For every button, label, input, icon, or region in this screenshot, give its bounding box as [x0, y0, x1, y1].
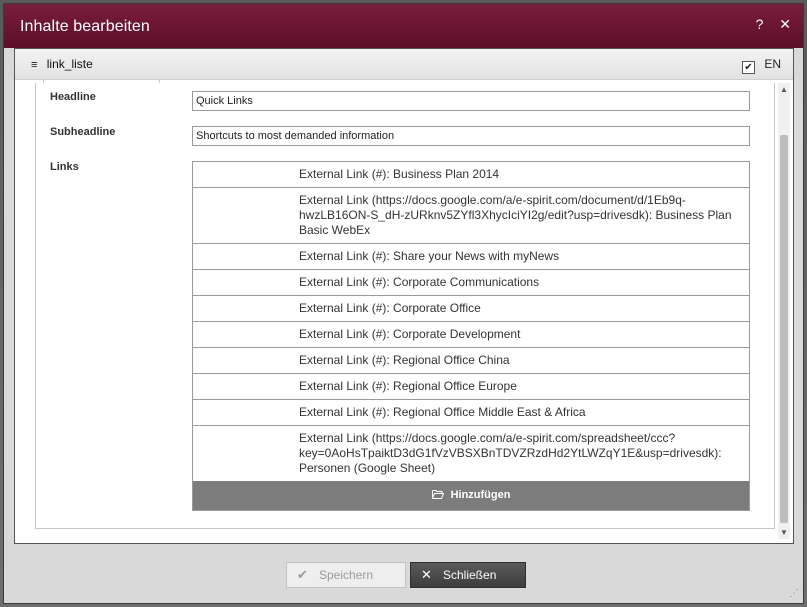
add-link-label: Hinzufügen [450, 489, 511, 501]
scroll-thumb[interactable] [780, 135, 788, 523]
checkbox-icon[interactable]: ✔ [741, 61, 755, 74]
dialog-title: Inhalte bearbeiten [20, 18, 150, 35]
save-button[interactable]: ✔ Speichern [286, 562, 406, 588]
headline-label: Headline [50, 91, 96, 103]
links-list: External Link (#): Business Plan 2014 Ex… [192, 161, 750, 511]
editor-panel: ≡ link_liste ✔ EN Headline Quick Links S… [14, 48, 794, 544]
form-content: Headline Quick Links Subheadline Shortcu… [35, 83, 775, 529]
list-item[interactable]: External Link (#): Regional Office Europ… [193, 374, 749, 400]
list-item[interactable]: External Link (#): Business Plan 2014 [193, 162, 749, 188]
scroll-up-icon[interactable]: ▲ [778, 85, 790, 94]
folder-open-icon [431, 490, 444, 499]
panel-header: ≡ link_liste ✔ EN [15, 49, 793, 80]
vertical-scrollbar[interactable]: ▲ ▼ [778, 83, 790, 539]
list-item[interactable]: External Link (#): Corporate Communicati… [193, 270, 749, 296]
list-item[interactable]: External Link (https://docs.google.com/a… [193, 426, 749, 482]
language-label: EN [764, 57, 781, 71]
panel-title: ≡ link_liste [31, 57, 93, 71]
close-label: Schließen [443, 568, 497, 582]
help-icon[interactable]: ? [756, 16, 764, 32]
close-button[interactable]: ✕ Schließen [410, 562, 526, 588]
resize-grip-icon[interactable]: ⋰ [789, 588, 799, 599]
panel-title-label: link_liste [46, 57, 93, 71]
edit-content-dialog: Inhalte bearbeiten ? ✕ ≡ link_liste ✔ EN… [3, 3, 804, 604]
list-item[interactable]: External Link (#): Regional Office China [193, 348, 749, 374]
subheadline-input[interactable]: Shortcuts to most demanded information [192, 126, 750, 146]
list-item[interactable]: External Link (#): Corporate Development [193, 322, 749, 348]
list-item[interactable]: External Link (#): Regional Office Middl… [193, 400, 749, 426]
close-icon[interactable]: ✕ [779, 16, 791, 32]
dialog-titlebar[interactable]: Inhalte bearbeiten ? ✕ [4, 4, 803, 48]
list-item[interactable]: External Link (#): Corporate Office [193, 296, 749, 322]
save-label: Speichern [319, 568, 374, 582]
language-toggle[interactable]: ✔ EN [741, 57, 781, 74]
checkmark-icon: ✔ [297, 567, 308, 582]
hamburger-icon[interactable]: ≡ [31, 59, 37, 71]
titlebar-icons: ? ✕ [744, 16, 791, 33]
list-item[interactable]: External Link (#): Share your News with … [193, 244, 749, 270]
subheadline-label: Subheadline [50, 126, 116, 138]
add-link-button[interactable]: Hinzufügen [193, 481, 749, 510]
headline-input[interactable]: Quick Links [192, 91, 750, 111]
close-icon: ✕ [421, 567, 432, 582]
list-item[interactable]: External Link (https://docs.google.com/a… [193, 188, 749, 244]
links-label: Links [50, 161, 79, 173]
scroll-down-icon[interactable]: ▼ [778, 528, 790, 537]
